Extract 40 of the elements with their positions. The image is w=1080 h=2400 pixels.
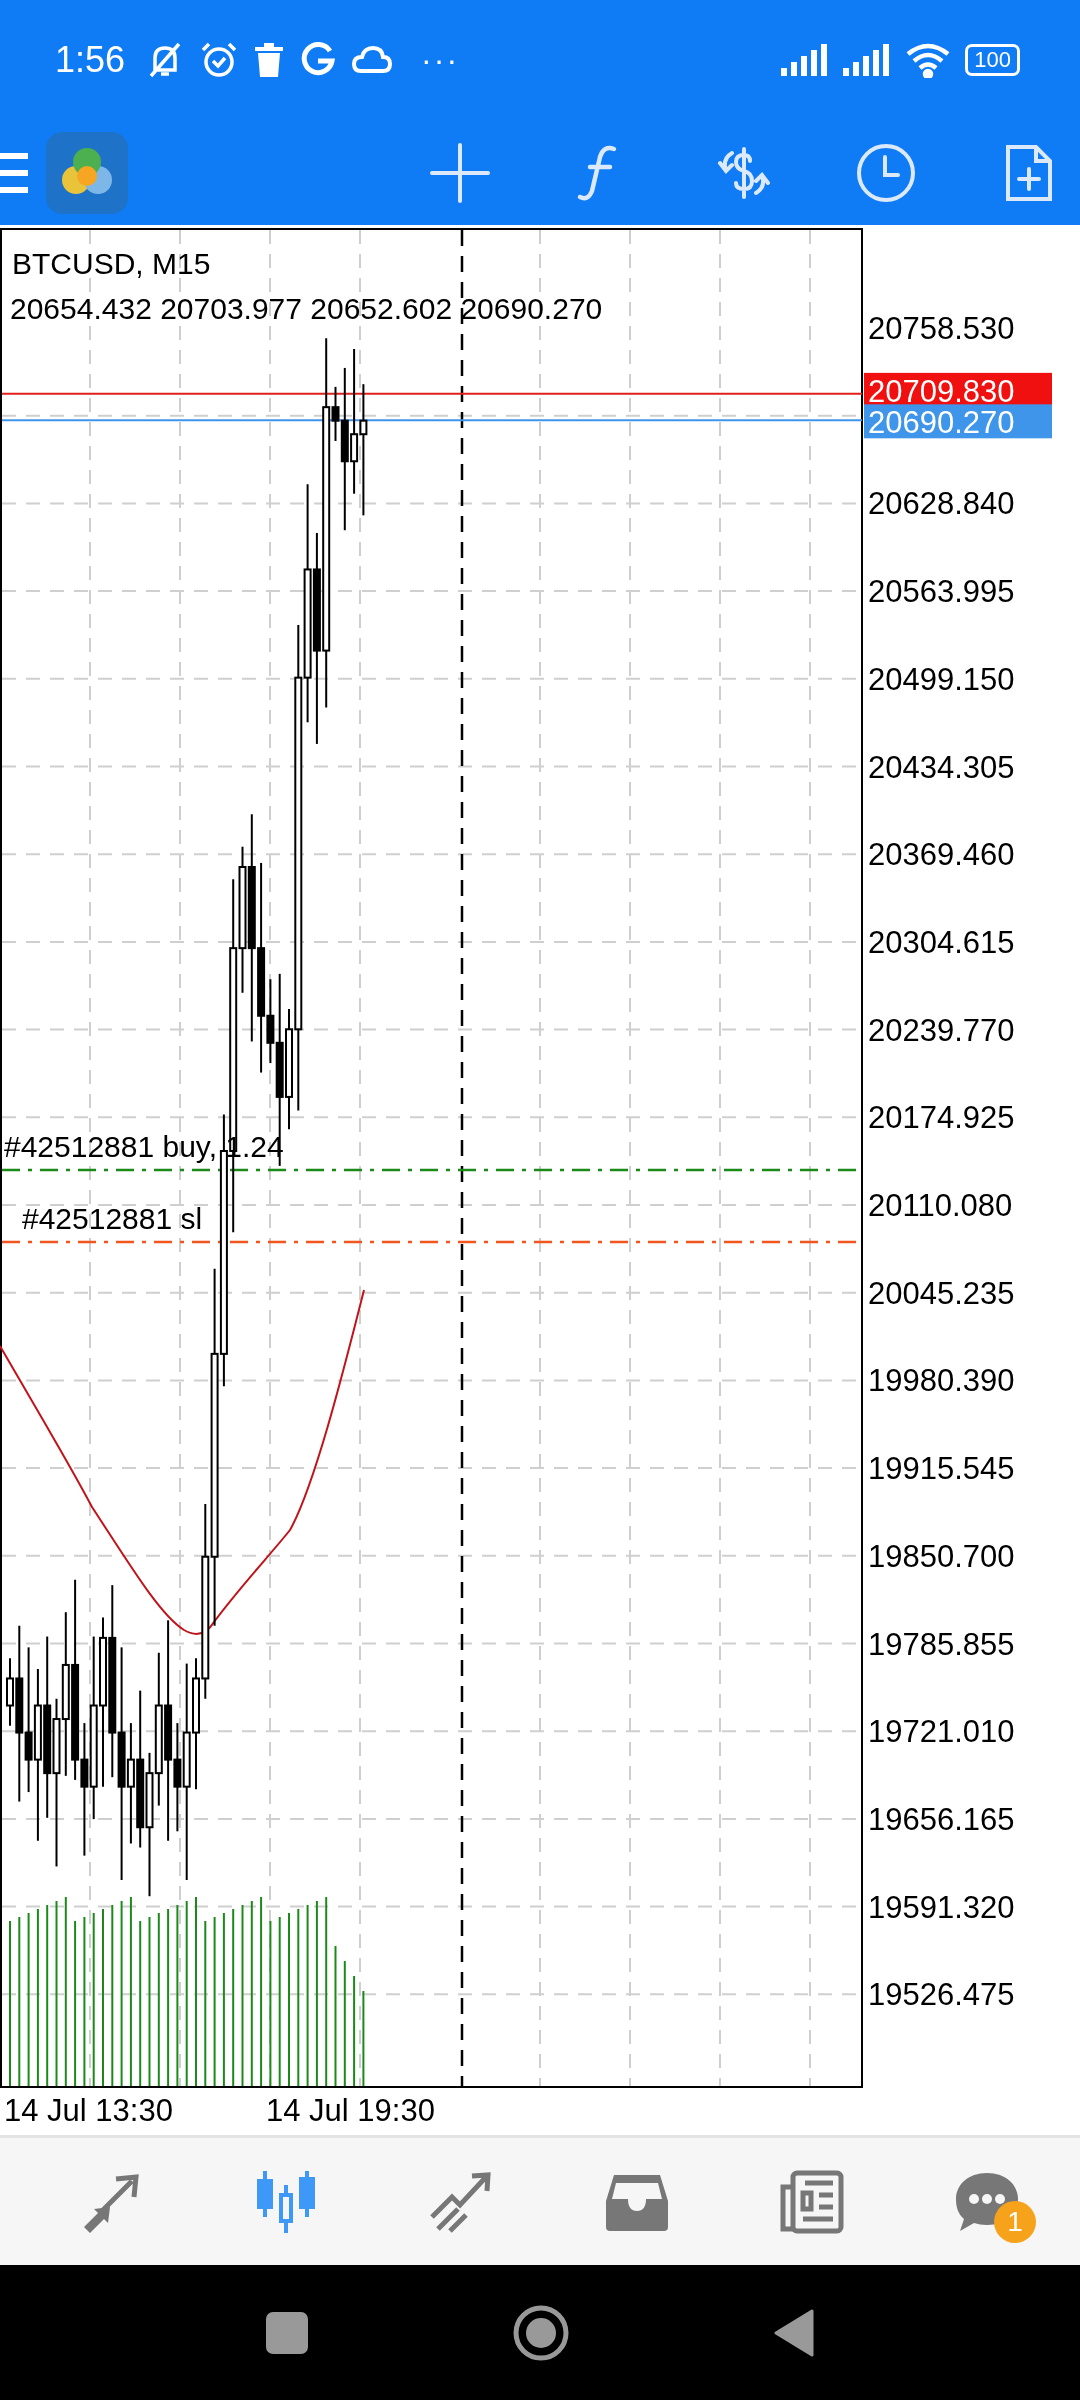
- price-label: 20434.305: [868, 749, 1015, 785]
- price-label: 19915.545: [868, 1451, 1015, 1487]
- home-button[interactable]: [513, 2304, 569, 2361]
- recents-button[interactable]: [266, 2311, 308, 2354]
- ohlc-values: 20654.432 20703.977 20652.602 20690.270: [10, 292, 603, 325]
- time-label: 14 Jul 13:30: [4, 2093, 173, 2128]
- time-label: 14 Jul 19:30: [266, 2093, 435, 2128]
- price-label: 20110.080: [868, 1188, 1013, 1223]
- chart-frame[interactable]: [0, 228, 863, 2088]
- ask-price-tag: 20690.270: [864, 404, 1052, 441]
- trash-icon: [253, 41, 286, 79]
- price-label: 20628.840: [868, 486, 1015, 522]
- signal-icon: [843, 44, 892, 76]
- order-label: #42512881 sl: [22, 1202, 203, 1235]
- back-button[interactable]: [774, 2308, 814, 2357]
- price-label: 19656.165: [868, 1801, 1015, 1837]
- notification-badge: 1: [993, 2200, 1036, 2243]
- price-label: 20499.150: [868, 661, 1015, 697]
- price-label: 20045.235: [868, 1275, 1015, 1311]
- price-label: 20174.925: [868, 1100, 1015, 1136]
- signal-icon: [781, 44, 830, 76]
- price-label: 19526.475: [868, 1977, 1015, 2013]
- battery-indicator: 100: [965, 44, 1020, 76]
- wifi-icon: [905, 42, 952, 78]
- price-label: 19850.700: [868, 1538, 1015, 1574]
- price-label: 20239.770: [868, 1012, 1015, 1048]
- price-label: 20563.995: [868, 574, 1015, 610]
- price-label: 20758.530: [868, 311, 1015, 346]
- price-label: 19785.855: [868, 1626, 1015, 1662]
- price-label: 19980.390: [868, 1363, 1015, 1399]
- symbol-label: BTCUSD, M15: [12, 247, 211, 280]
- price-label: 20304.615: [868, 924, 1015, 960]
- status-time: 1:56: [55, 39, 126, 81]
- crosshair-icon[interactable]: [428, 140, 492, 205]
- more-indicator: ···: [421, 41, 460, 79]
- app-logo[interactable]: [46, 131, 128, 214]
- price-label: 19721.010: [868, 1714, 1015, 1750]
- menu-icon[interactable]: [0, 150, 28, 195]
- price-label: 20369.460: [868, 837, 1015, 873]
- price-label: 19591.320: [868, 1889, 1015, 1925]
